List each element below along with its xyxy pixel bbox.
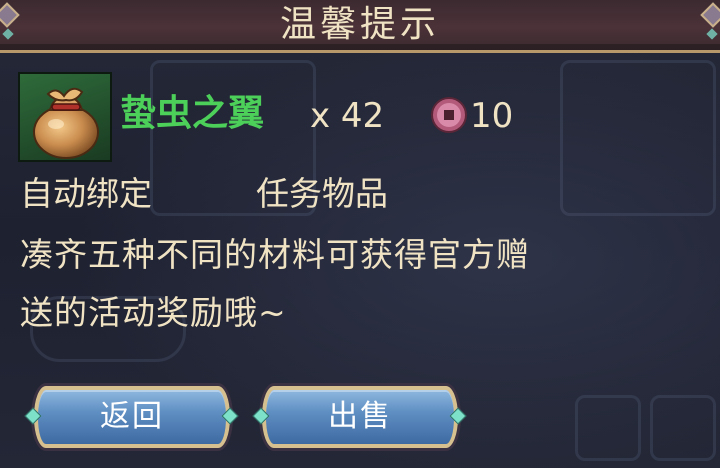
money-bag-icon	[33, 87, 99, 159]
background-decoration	[650, 395, 716, 461]
item-name: 蛰虫之翼	[120, 93, 265, 134]
back-button[interactable]: 返回	[34, 386, 230, 448]
tooltip-dialog: 温馨提示 蛰虫之翼 x 42 10 自动绑定 任务物品 凑齐五种不同的材料可获得…	[0, 0, 720, 468]
background-decoration	[560, 60, 716, 216]
description-line: 送的活动奖励哦~	[20, 293, 287, 332]
binding-tag: 自动绑定	[20, 174, 152, 213]
item-type-tag: 任务物品	[256, 174, 388, 213]
item-slot	[18, 72, 112, 162]
item-quantity: x 42	[310, 96, 385, 136]
background-decoration	[575, 395, 641, 461]
coin-icon	[431, 97, 467, 133]
item-price: 10	[470, 96, 514, 136]
title-bar: 温馨提示	[0, 0, 720, 53]
dialog-title: 温馨提示	[279, 4, 440, 45]
sell-button[interactable]: 出售	[262, 386, 458, 448]
item-description: 凑齐五种不同的材料可获得官方赠 送的活动奖励哦~	[20, 226, 710, 342]
description-line: 凑齐五种不同的材料可获得官方赠	[20, 235, 530, 274]
